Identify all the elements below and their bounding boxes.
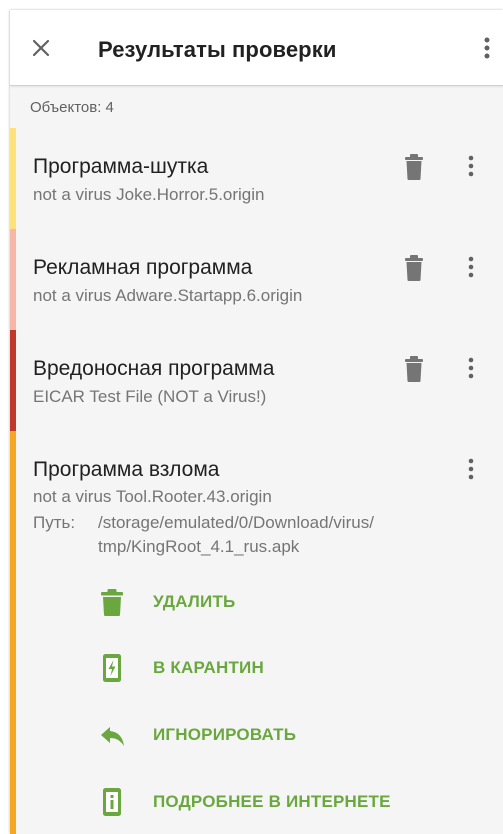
- scan-results-panel: Результаты проверки Объектов: 4 Программ…: [10, 10, 503, 834]
- more-vert-icon: [468, 458, 474, 480]
- delete-button[interactable]: [402, 355, 426, 383]
- trash-icon: [101, 589, 123, 616]
- threat-item[interactable]: Программа-шутка not a virus Joke.Horror.…: [10, 128, 503, 229]
- info-phone-icon: [103, 788, 121, 816]
- reply-icon: [101, 727, 124, 746]
- objects-count: Объектов: 4: [30, 99, 114, 116]
- item-menu-button[interactable]: [462, 355, 480, 383]
- file-path-line: /storage/emulated/0/Download/virus/: [98, 513, 374, 532]
- delete-action[interactable]: УДАЛИТЬ: [98, 583, 498, 623]
- delete-button[interactable]: [402, 254, 426, 282]
- more-vert-icon: [468, 357, 474, 379]
- more-vert-icon: [468, 155, 474, 177]
- threat-detail: not a virus Joke.Horror.5.origin: [33, 185, 265, 204]
- ignore-action-label: ИГНОРИРОВАТЬ: [153, 725, 297, 744]
- path-label: Путь:: [33, 513, 76, 532]
- severity-stripe: [10, 128, 16, 229]
- ignore-action[interactable]: ИГНОРИРОВАТЬ: [98, 716, 498, 756]
- trash-icon: [405, 154, 423, 180]
- delete-button[interactable]: [402, 153, 426, 181]
- item-menu-button[interactable]: [462, 254, 480, 282]
- item-menu-button[interactable]: [462, 456, 480, 484]
- more-info-action[interactable]: ПОДРОБНЕЕ В ИНТЕРНЕТЕ: [98, 783, 498, 823]
- severity-stripe: [10, 431, 16, 834]
- quarantine-icon: [103, 654, 121, 682]
- threat-detail: not a virus Adware.Startapp.6.origin: [33, 286, 303, 305]
- overflow-menu-button[interactable]: [475, 34, 499, 62]
- close-icon: [32, 39, 50, 57]
- threat-item-expanded[interactable]: Программа взлома not a virus Tool.Rooter…: [10, 431, 503, 834]
- more-vert-icon: [484, 37, 490, 59]
- threat-item[interactable]: Рекламная программа not a virus Adware.S…: [10, 229, 503, 330]
- quarantine-action[interactable]: В КАРАНТИН: [98, 649, 498, 689]
- app-bar: Результаты проверки: [10, 10, 503, 86]
- file-path: /storage/emulated/0/Download/virus/ tmp/…: [98, 511, 458, 559]
- trash-icon: [405, 356, 423, 382]
- trash-icon: [405, 255, 423, 281]
- threat-item[interactable]: Вредоносная программа EICAR Test File (N…: [10, 330, 503, 431]
- severity-stripe: [10, 330, 16, 431]
- file-path-line: tmp/KingRoot_4.1_rus.apk: [98, 537, 300, 556]
- item-menu-button[interactable]: [462, 153, 480, 181]
- threat-title: Вредоносная программа: [33, 357, 275, 380]
- close-button[interactable]: [28, 35, 54, 61]
- threat-title: Программа взлома: [33, 458, 220, 481]
- threat-detail: EICAR Test File (NOT a Virus!): [33, 387, 267, 406]
- threat-title: Рекламная программа: [33, 256, 253, 279]
- threat-detail: not a virus Tool.Rooter.43.origin: [33, 487, 272, 506]
- more-vert-icon: [468, 256, 474, 278]
- threat-title: Программа-шутка: [33, 155, 209, 178]
- severity-stripe: [10, 229, 16, 330]
- delete-action-label: УДАЛИТЬ: [153, 592, 236, 611]
- quarantine-action-label: В КАРАНТИН: [153, 658, 264, 677]
- page-title: Результаты проверки: [98, 37, 337, 62]
- more-info-action-label: ПОДРОБНЕЕ В ИНТЕРНЕТЕ: [153, 792, 391, 811]
